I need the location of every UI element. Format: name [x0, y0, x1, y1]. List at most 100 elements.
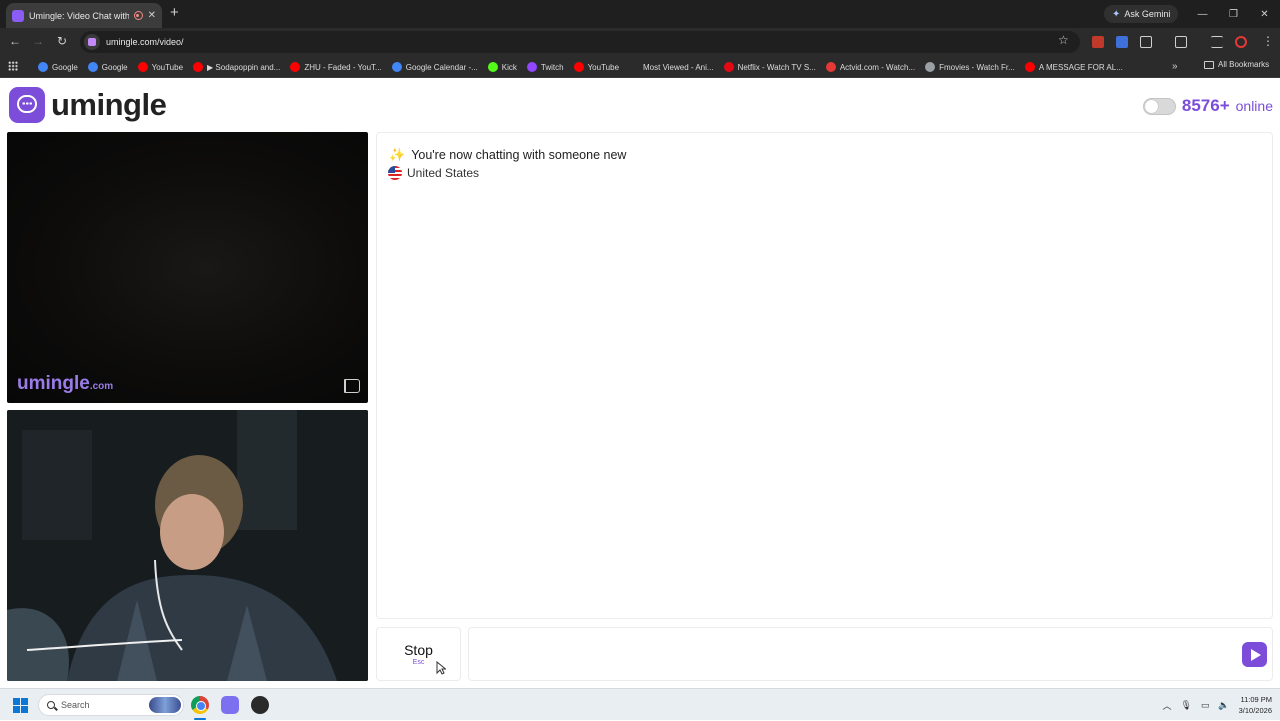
bookmark-label: ▶ Sodapoppin and...: [207, 62, 281, 72]
profile-avatar-icon[interactable]: [1235, 36, 1247, 48]
bookmark-favicon-icon: [573, 62, 584, 72]
bookmark-item[interactable]: YouTube: [137, 62, 184, 72]
bookmark-item[interactable]: Twitch: [526, 62, 564, 72]
extension-icon[interactable]: [1092, 36, 1104, 48]
bookmark-favicon-icon: [487, 62, 498, 72]
reading-list-icon[interactable]: [1211, 36, 1223, 48]
bookmark-label: YouTube: [587, 62, 620, 72]
gemini-icon: ✦: [1112, 8, 1121, 20]
message-input[interactable]: [477, 636, 1237, 672]
microphone-icon[interactable]: 🎙: [1180, 700, 1191, 711]
stop-button[interactable]: Stop Esc: [376, 627, 461, 681]
tab-title: Umingle: Video Chat with S: [29, 10, 129, 21]
bookmark-label: YouTube: [151, 62, 184, 72]
bookmark-item[interactable]: Kick: [487, 62, 517, 72]
browser-tab[interactable]: Umingle: Video Chat with S ✕: [6, 3, 162, 28]
bookmark-item[interactable]: Actvid.com - Watch...: [825, 62, 915, 72]
discord-taskbar-icon[interactable]: [221, 696, 239, 714]
window-controls: — ❐ ✕: [1187, 0, 1280, 28]
reload-icon[interactable]: ↻: [54, 34, 70, 48]
volume-icon[interactable]: 🔈: [1218, 700, 1229, 711]
mouse-cursor-icon: [436, 661, 446, 675]
bookmark-label: Google: [101, 62, 128, 72]
tab-close-icon[interactable]: ✕: [148, 10, 156, 21]
ask-gemini-button[interactable]: ✦ Ask Gemini: [1104, 5, 1179, 23]
chat-bubble-logo-icon: [9, 87, 45, 123]
apps-grid-icon[interactable]: [8, 61, 18, 71]
clock[interactable]: 11:09 PM 3/10/2026: [1239, 694, 1272, 716]
bookmark-label: Twitch: [540, 62, 564, 72]
browser-menu-icon[interactable]: ⋮: [1260, 34, 1276, 48]
browser-tab-strip: Umingle: Video Chat with S ✕ + ✦ Ask Gem…: [0, 0, 1280, 28]
network-icon[interactable]: ▭: [1201, 700, 1210, 711]
bookmark-item[interactable]: A MESSAGE FOR AL...: [1024, 62, 1123, 72]
us-flag-icon: [388, 166, 402, 180]
watermark-domain: .com: [89, 381, 114, 392]
bookmark-favicon-icon: [1024, 62, 1035, 72]
extensions-puzzle-icon[interactable]: [1140, 36, 1152, 48]
send-button[interactable]: [1242, 642, 1267, 667]
system-tray: ︿ 🎙 ▭ 🔈 11:09 PM 3/10/2026: [1162, 689, 1272, 721]
minimize-button[interactable]: —: [1187, 0, 1218, 28]
bookmark-favicon-icon: [193, 62, 204, 72]
report-flag-icon[interactable]: [344, 379, 360, 393]
online-count: 8576+: [1181, 96, 1230, 115]
bookmark-label: Netflix - Watch TV S...: [737, 62, 816, 72]
tab-search-icon[interactable]: [1175, 36, 1187, 48]
chrome-taskbar-icon[interactable]: [191, 696, 209, 714]
country-text: United States: [407, 166, 480, 180]
taskbar-search[interactable]: Search: [38, 694, 184, 716]
umingle-page: umingle 8576+ online umingle .com ✨ You'…: [0, 79, 1280, 688]
all-bookmarks-button[interactable]: All Bookmarks: [1204, 60, 1269, 69]
online-label: online: [1235, 98, 1273, 114]
site-info-icon[interactable]: [84, 34, 100, 50]
more-bookmarks-icon[interactable]: »: [1172, 61, 1178, 72]
stop-shortcut-hint: Esc: [412, 659, 425, 666]
address-bar[interactable]: umingle.com/video/: [80, 31, 1080, 53]
search-highlight-icon: [149, 697, 181, 713]
stranger-country: United States: [388, 166, 479, 180]
sparkle-icon: ✨: [389, 147, 406, 162]
system-message: ✨ You're now chatting with someone new: [389, 147, 626, 163]
search-icon: [47, 701, 55, 709]
bookmark-favicon-icon: [629, 62, 640, 72]
umingle-logo[interactable]: umingle: [9, 87, 167, 123]
bookmark-item[interactable]: Google: [87, 62, 128, 72]
bookmark-label: Kick: [501, 62, 517, 72]
bookmark-item[interactable]: ZHU - Faded - YouT...: [290, 62, 382, 72]
bookmark-star-icon[interactable]: ☆: [1058, 33, 1069, 47]
taskbar-search-label: Search: [61, 700, 90, 710]
theme-toggle[interactable]: [1142, 97, 1176, 115]
bookmark-label: Google Calendar -...: [405, 62, 478, 72]
windows-start-icon[interactable]: [13, 698, 28, 713]
folder-icon: [1204, 60, 1214, 69]
clock-date: 3/10/2026: [1238, 706, 1272, 715]
clock-time: 11:09 PM: [1240, 695, 1272, 704]
all-bookmarks-label: All Bookmarks: [1218, 60, 1270, 69]
bookmark-item[interactable]: ▶ Sodapoppin and...: [193, 62, 280, 72]
bookmark-item[interactable]: YouTube: [573, 62, 620, 72]
windows-taskbar: Search ︿ 🎙 ▭ 🔈 11:09 PM 3/10/2026: [0, 688, 1280, 720]
bookmark-label: ZHU - Faded - YouT...: [304, 62, 382, 72]
new-tab-button[interactable]: +: [170, 5, 179, 21]
browser-toolbar: ← → ↻ umingle.com/video/ ☆ ⋮: [0, 28, 1280, 56]
back-arrow-icon[interactable]: ←: [7, 34, 23, 48]
restore-button[interactable]: ❐: [1218, 0, 1249, 28]
bookmark-item[interactable]: Most Viewed - Ani...: [629, 62, 714, 72]
extension-icon[interactable]: [1116, 36, 1128, 48]
bookmark-favicon-icon: [526, 62, 537, 72]
bookmark-item[interactable]: Google Calendar -...: [391, 62, 478, 72]
bookmark-favicon-icon: [825, 62, 836, 72]
tray-overflow-icon[interactable]: ︿: [1162, 699, 1171, 712]
app-taskbar-icon[interactable]: [251, 696, 269, 714]
forward-arrow-icon[interactable]: →: [30, 34, 46, 48]
bookmark-item[interactable]: Fmovies - Watch Fr...: [925, 62, 1015, 72]
ask-gemini-label: Ask Gemini: [1124, 9, 1171, 19]
watermark-text: umingle: [17, 373, 90, 394]
bookmark-list: Google Google YouTube ▶ Sodapoppin and... ZH…: [38, 56, 1133, 78]
bookmark-item[interactable]: Google: [38, 62, 78, 72]
bookmark-item[interactable]: Netflix - Watch TV S...: [723, 62, 816, 72]
url-text[interactable]: umingle.com/video/: [106, 37, 184, 47]
close-window-button[interactable]: ✕: [1249, 0, 1280, 28]
umingle-favicon-icon: [12, 9, 24, 22]
